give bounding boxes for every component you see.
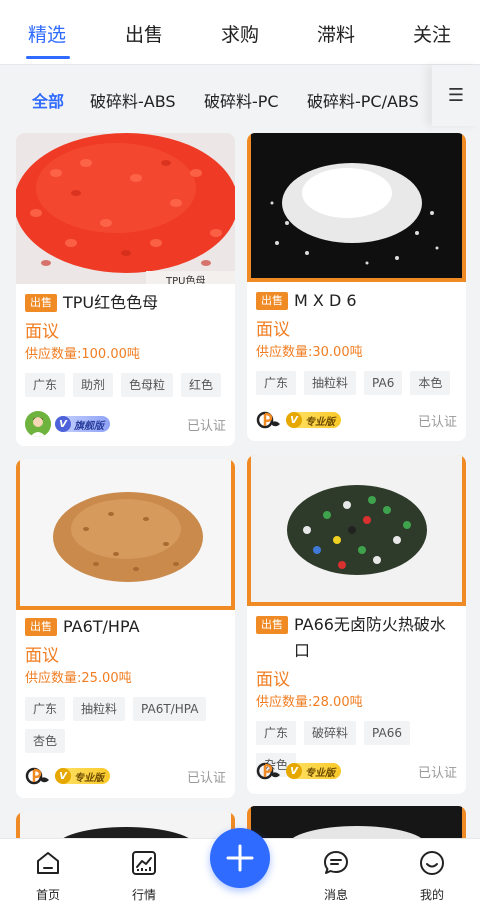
- tag: 抽粒料: [304, 371, 357, 395]
- nav-label: 行情: [131, 888, 156, 902]
- sell-badge: 出售: [256, 292, 288, 310]
- supply-quantity: 供应数量:25.00吨: [25, 671, 132, 686]
- tag: 广东: [25, 373, 66, 397]
- tag: PA6: [364, 371, 403, 395]
- product-image: [16, 459, 235, 610]
- tab-buy[interactable]: 求购: [221, 20, 259, 47]
- sell-badge: 出售: [256, 616, 288, 634]
- listing-price: 面议: [25, 322, 59, 342]
- listing-card[interactable]: 出售 PA66无卤防火热破水口 面议 供应数量:28.00吨 广东 破碎料 PA…: [247, 455, 466, 794]
- seller-logo-icon: [256, 761, 282, 781]
- listing-card[interactable]: 出售 PA6T/HPA 面议 供应数量:25.00吨 广东 抽粒料 PA6T/H…: [16, 459, 235, 798]
- tag: 抽粒料: [73, 697, 126, 721]
- seller-logo-icon: [256, 410, 282, 430]
- nav-messages[interactable]: 消息: [296, 849, 376, 903]
- tag-list: 广东 助剂 色母粒 红色: [25, 373, 226, 397]
- seller-avatar: [25, 411, 51, 437]
- menu-icon: ☰: [447, 85, 465, 106]
- listing-title: M X D 6: [294, 291, 357, 310]
- supply-quantity: 供应数量:100.00吨: [25, 347, 140, 362]
- tab-featured[interactable]: 精选: [28, 20, 66, 47]
- tag: 红色: [181, 373, 222, 397]
- verified-status: 已认证: [186, 770, 226, 786]
- publish-button[interactable]: [210, 828, 270, 888]
- tag: PA6T/HPA: [133, 697, 207, 721]
- category-menu-button[interactable]: ☰: [432, 65, 480, 126]
- plus-icon: [226, 844, 254, 872]
- listing-title: TPU红色色母: [63, 293, 159, 312]
- listing-card[interactable]: 出售 M X D 6 面议 供应数量:30.00吨 广东 抽粒料 PA6 本色 …: [247, 133, 466, 441]
- vip-badge: V 旗舰版: [55, 416, 110, 432]
- listing-title: PA6T/HPA: [63, 617, 140, 636]
- vip-icon: V: [55, 416, 71, 432]
- tag: 杏色: [25, 729, 66, 753]
- verified-status: 已认证: [417, 765, 457, 781]
- tag: 色母粒: [121, 373, 174, 397]
- listing-price: 面议: [256, 670, 290, 690]
- product-image: [247, 133, 466, 282]
- tag: 本色: [410, 371, 451, 395]
- category-all[interactable]: 全部: [32, 88, 64, 112]
- category-abs[interactable]: 破碎料-ABS: [90, 88, 176, 112]
- tag: 破碎料: [304, 721, 357, 745]
- nav-label: 首页: [35, 888, 60, 902]
- tab-follow[interactable]: 关注: [413, 20, 451, 47]
- listing-price: 面议: [25, 646, 59, 666]
- product-image: TPU色母: [16, 133, 235, 284]
- listing-title: PA66无卤防火热破水口: [294, 615, 446, 660]
- active-tab-indicator: [26, 56, 70, 59]
- tag: 广东: [256, 721, 297, 745]
- verified-status: 已认证: [417, 414, 457, 430]
- tab-sell[interactable]: 出售: [125, 20, 163, 47]
- category-pc[interactable]: 破碎料-PC: [204, 88, 279, 112]
- verified-status: 已认证: [186, 418, 226, 434]
- category-bar: 全部 破碎料-ABS 破碎料-PC 破碎料-PC/ABS ☰: [0, 64, 480, 126]
- vip-badge: V 专业版: [286, 763, 341, 779]
- nav-mine[interactable]: 我的: [392, 849, 472, 903]
- tag: PA66: [364, 721, 410, 745]
- vip-icon: V: [286, 763, 302, 779]
- listing-price: 面议: [256, 320, 290, 340]
- tab-surplus[interactable]: 滞料: [317, 20, 355, 47]
- supply-quantity: 供应数量:28.00吨: [256, 695, 363, 710]
- message-icon: [324, 851, 348, 874]
- tag: 广东: [25, 697, 66, 721]
- vip-icon: V: [286, 412, 302, 428]
- tag-list: 广东 抽粒料 PA6 本色: [256, 371, 457, 395]
- nav-market[interactable]: 行情: [104, 849, 184, 903]
- profile-smile-icon: [420, 851, 444, 875]
- image-watermark: TPU色母: [166, 276, 206, 284]
- tag-list: 广东 抽粒料 PA6T/HPA 杏色: [25, 697, 226, 753]
- top-tab-bar: 精选 出售 求购 滞料 关注: [0, 0, 480, 64]
- nav-home[interactable]: 首页: [8, 849, 88, 903]
- product-image: [247, 455, 466, 606]
- tag: 助剂: [73, 373, 114, 397]
- vip-badge: V 专业版: [55, 768, 110, 784]
- supply-quantity: 供应数量:30.00吨: [256, 345, 363, 360]
- home-icon: [37, 852, 59, 874]
- tag: 广东: [256, 371, 297, 395]
- sell-badge: 出售: [25, 294, 57, 312]
- market-chart-icon: [132, 851, 156, 875]
- vip-icon: V: [55, 768, 71, 784]
- category-pc-abs[interactable]: 破碎料-PC/ABS: [307, 88, 419, 112]
- sell-badge: 出售: [25, 618, 57, 636]
- seller-logo-icon: [25, 766, 51, 786]
- listing-card[interactable]: TPU色母 出售 TPU红色色母 面议 供应数量:100.00吨 广东 助剂 色…: [16, 133, 235, 446]
- vip-badge: V 专业版: [286, 412, 341, 428]
- nav-label: 消息: [323, 888, 348, 902]
- nav-label: 我的: [419, 888, 444, 902]
